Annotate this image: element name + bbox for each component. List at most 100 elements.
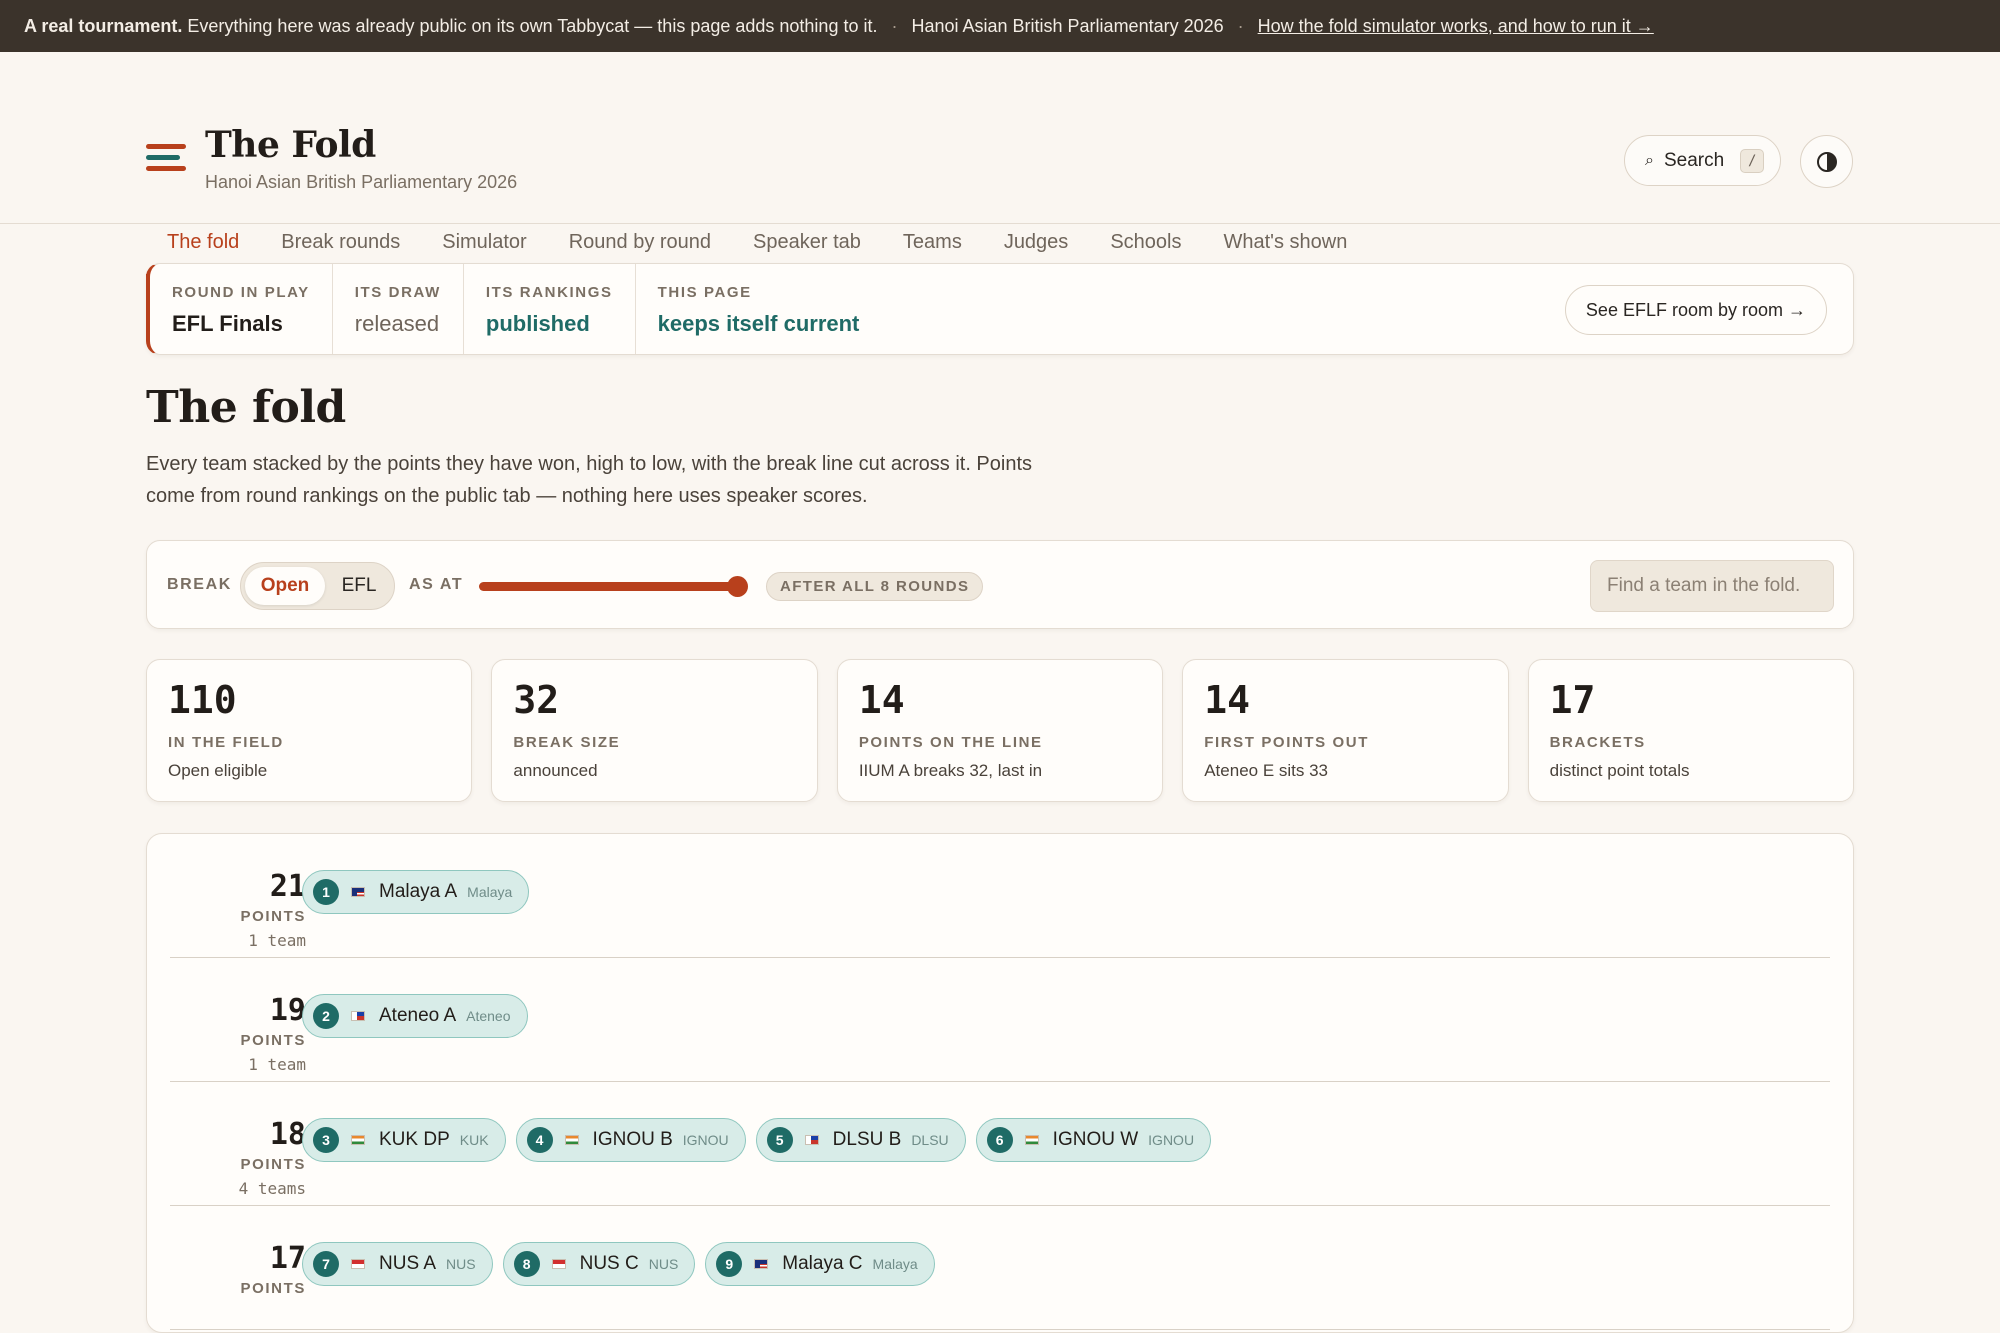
- bracket-points: 19: [269, 993, 306, 1028]
- logo-icon: [146, 144, 186, 178]
- round-slider-track[interactable]: [479, 582, 741, 591]
- room-by-room-button[interactable]: See EFLF room by room →: [1564, 285, 1827, 335]
- team-name: IGNOU B: [592, 1129, 673, 1150]
- stat-value: 17: [1549, 678, 1596, 722]
- fold-controls: BREAK Open EFL AS AT AFTER ALL 8 ROUNDS: [146, 540, 1854, 629]
- team-rank-badge: 8: [513, 1251, 540, 1277]
- bracket-points: 17: [269, 1241, 306, 1276]
- flag-sg-icon: [351, 1259, 365, 1269]
- search-icon: ⌕: [1645, 151, 1654, 169]
- stat-label: POINTS ON THE LINE: [858, 734, 1043, 751]
- as-at-value: AFTER ALL 8 ROUNDS: [766, 572, 984, 601]
- flag-my-icon: [351, 887, 365, 897]
- team-school: Malaya: [467, 884, 513, 900]
- points-bracket: 19 POINTS 1 team 2 Ateneo A Ateneo: [170, 958, 1830, 1082]
- status-round: ROUND IN PLAY EFL Finals: [150, 264, 333, 354]
- team-chip[interactable]: 8 NUS C NUS: [502, 1242, 696, 1286]
- team-name: IGNOU W: [1052, 1129, 1139, 1150]
- team-chip[interactable]: 3 KUK DP KUK: [302, 1118, 506, 1162]
- site-header: The Fold Hanoi Asian British Parliamenta…: [0, 52, 2000, 277]
- stat-label: BRACKETS: [1549, 734, 1646, 751]
- theme-toggle-button[interactable]: [1800, 135, 1853, 188]
- stat-label: BREAK SIZE: [513, 734, 621, 751]
- flag-my-icon: [754, 1259, 769, 1269]
- bracket-points: 18: [269, 1117, 306, 1152]
- team-name: Malaya A: [379, 881, 458, 902]
- flag-in-icon: [564, 1135, 579, 1145]
- team-chip[interactable]: 1 Malaya A Malaya: [302, 870, 530, 914]
- team-name: DLSU B: [832, 1129, 902, 1150]
- stat-value: 14: [1204, 678, 1250, 722]
- team-rank-badge: 3: [313, 1127, 339, 1153]
- contrast-icon: [1816, 151, 1837, 172]
- round-status-card: ROUND IN PLAY EFL Finals ITS DRAW releas…: [146, 263, 1854, 355]
- status-draw-label: ITS DRAW: [354, 284, 441, 301]
- team-school: NUS: [446, 1256, 476, 1272]
- banner-separator: ·: [1237, 15, 1244, 36]
- stat-sub: IIUM A breaks 32, last in: [858, 761, 1043, 780]
- bracket-points-label: POINTS: [240, 1156, 306, 1173]
- status-page: THIS PAGE keeps itself current: [636, 264, 882, 354]
- status-page-value: keeps itself current: [657, 311, 860, 336]
- round-slider-thumb[interactable]: [727, 576, 748, 597]
- team-name: Ateneo A: [379, 1005, 457, 1026]
- team-chip[interactable]: 9 Malaya C Malaya: [705, 1242, 935, 1286]
- stat-card: 32 BREAK SIZE announced: [491, 659, 818, 802]
- page-title: The fold: [146, 382, 346, 433]
- team-name: NUS C: [579, 1253, 639, 1274]
- status-round-value: EFL Finals: [172, 311, 283, 336]
- flag-ph-icon: [804, 1135, 819, 1145]
- break-option-open[interactable]: Open: [245, 567, 325, 605]
- as-at-label: AS AT: [409, 576, 464, 593]
- team-rank-badge: 6: [986, 1127, 1013, 1153]
- team-chip[interactable]: 4 IGNOU B IGNOU: [515, 1118, 746, 1162]
- team-school: KUK: [459, 1132, 489, 1148]
- find-team-input[interactable]: [1590, 560, 1834, 612]
- stat-label: IN THE FIELD: [168, 734, 284, 751]
- points-bracket: 21 POINTS 1 team 1 Malaya A Malaya: [170, 834, 1830, 958]
- stat-card: 14 POINTS ON THE LINE IIUM A breaks 32, …: [836, 659, 1164, 802]
- points-bracket: 18 POINTS 4 teams 3 KUK DP KUK 4 IGNOU B IGNOU 5 D…: [170, 1082, 1830, 1206]
- bracket-points-label: POINTS: [240, 1280, 306, 1297]
- stat-sub: distinct point totals: [1549, 761, 1690, 780]
- team-chips: 1 Malaya A Malaya: [302, 870, 530, 914]
- flag-ph-icon: [351, 1011, 365, 1021]
- team-rank-badge: 7: [313, 1251, 339, 1277]
- team-school: DLSU: [911, 1132, 949, 1148]
- status-draw-value: released: [354, 311, 440, 336]
- brand[interactable]: The Fold Hanoi Asian British Parliamenta…: [146, 124, 517, 193]
- team-chip[interactable]: 2 Ateneo A Ateneo: [302, 994, 528, 1038]
- stat-value: 110: [168, 678, 237, 722]
- team-school: Malaya: [872, 1256, 918, 1272]
- team-chip[interactable]: 7 NUS A NUS: [302, 1242, 493, 1286]
- team-name: KUK DP: [379, 1129, 450, 1150]
- status-rankings-value: published: [485, 311, 590, 336]
- team-name: NUS A: [379, 1253, 437, 1274]
- team-school: NUS: [648, 1256, 679, 1272]
- bracket-header: 18 POINTS 4 teams: [170, 1117, 306, 1199]
- stat-label: FIRST POINTS OUT: [1204, 734, 1369, 751]
- team-rank-badge: 4: [526, 1127, 553, 1153]
- search-button[interactable]: ⌕ Search /: [1624, 135, 1781, 186]
- banner-lead: A real tournament.: [24, 15, 183, 36]
- team-chips: 3 KUK DP KUK 4 IGNOU B IGNOU 5 DLSU B DLSU 6 IGNOU…: [302, 1118, 1212, 1162]
- simulator-help-link[interactable]: How the fold simulator works, and how to…: [1258, 16, 1654, 37]
- status-rankings: ITS RANKINGS published: [464, 264, 636, 354]
- team-chip[interactable]: 5 DLSU B DLSU: [755, 1118, 966, 1162]
- team-rank-badge: 2: [313, 1003, 339, 1029]
- team-name: Malaya C: [782, 1253, 863, 1274]
- status-page-label: THIS PAGE: [657, 284, 752, 301]
- team-chip[interactable]: 6 IGNOU W IGNOU: [975, 1118, 1212, 1162]
- stat-card: 110 IN THE FIELD Open eligible: [146, 659, 473, 802]
- site-subtitle: Hanoi Asian British Parliamentary 2026: [205, 172, 518, 192]
- banner-separator: ·: [891, 15, 898, 36]
- flag-in-icon: [351, 1135, 365, 1145]
- stat-card: 14 FIRST POINTS OUT Ateneo E sits 33: [1182, 659, 1509, 802]
- team-rank-badge: 9: [716, 1251, 743, 1277]
- page-intro: Every team stacked by the points they ha…: [146, 453, 1033, 507]
- banner-tournament: Hanoi Asian British Parliamentary 2026: [911, 15, 1224, 36]
- banner-text: Everything here was already public on it…: [187, 15, 878, 36]
- bracket-team-count: 1 team: [248, 1055, 306, 1074]
- break-option-efl[interactable]: EFL: [329, 567, 389, 605]
- team-chips: 7 NUS A NUS 8 NUS C NUS 9 Malaya C Malaya: [302, 1242, 935, 1286]
